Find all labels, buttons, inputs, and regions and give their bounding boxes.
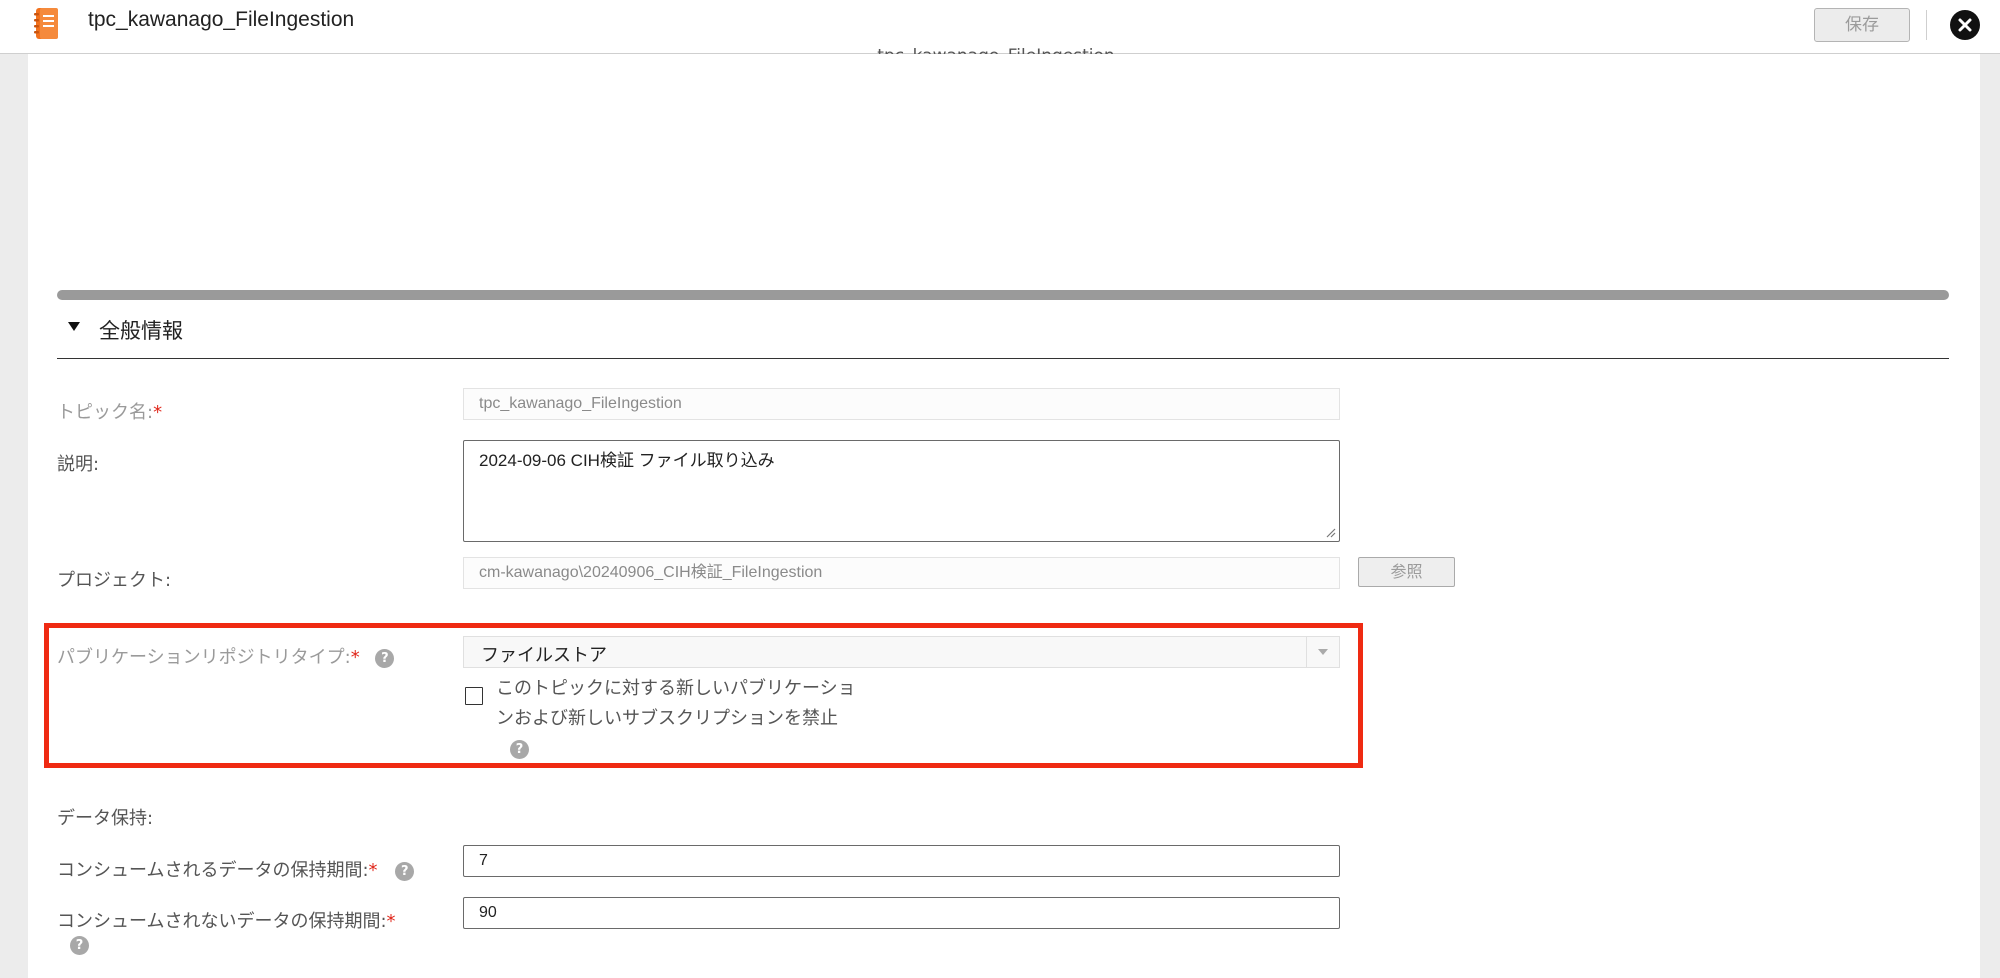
- data-retention-label: データ保持:: [57, 808, 154, 829]
- browse-button[interactable]: 参照: [1358, 557, 1455, 587]
- topic-name-field: tpc_kawanago_FileIngestion: [463, 388, 1340, 420]
- publication-repo-type-label: パブリケーションリポジトリタイプ:* ?: [57, 643, 395, 669]
- section-title: 全般情報: [99, 319, 183, 343]
- required-mark: *: [386, 911, 396, 932]
- consumed-retention-input[interactable]: 7: [463, 845, 1340, 877]
- description-text: 2024-09-06 CIH検証 ファイル取り込み: [479, 451, 775, 470]
- close-button[interactable]: [1950, 10, 1980, 40]
- chevron-down-icon[interactable]: [1306, 637, 1339, 667]
- horizontal-scrollbar[interactable]: [57, 290, 1949, 300]
- resize-grip-icon[interactable]: [1324, 526, 1336, 538]
- select-value: ファイルストア: [481, 645, 607, 666]
- disable-new-checkbox[interactable]: [465, 687, 483, 705]
- save-button[interactable]: 保存: [1814, 8, 1910, 42]
- required-mark: *: [153, 402, 163, 423]
- project-field: cm-kawanago\20240906_CIH検証_FileIngestion: [463, 557, 1340, 589]
- topic-name-label: トピック名:*: [57, 402, 163, 423]
- help-icon[interactable]: ?: [510, 739, 529, 759]
- required-mark: *: [350, 647, 360, 668]
- description-label: 説明:: [57, 454, 100, 475]
- help-icon[interactable]: ?: [375, 648, 395, 668]
- toolbar-divider: [1926, 10, 1927, 40]
- disable-new-label: このトピックに対する新しいパブリケーションおよび新しいサブスクリプションを禁止?: [496, 678, 856, 759]
- unconsumed-retention-label: コンシュームされないデータの保持期間:*: [57, 911, 396, 932]
- close-circle-icon: [1958, 18, 1972, 32]
- description-textarea[interactable]: 2024-09-06 CIH検証 ファイル取り込み: [463, 440, 1340, 542]
- required-mark: *: [368, 860, 378, 881]
- unconsumed-retention-input[interactable]: 90: [463, 897, 1340, 929]
- window-title: tpc_kawanago_FileIngestion: [88, 8, 355, 31]
- orange-notebook-icon: [34, 8, 58, 39]
- publication-repo-type-select[interactable]: ファイルストア: [463, 636, 1340, 668]
- preview-caption: tpc_kawanago_FileIngestion: [0, 42, 1992, 54]
- section-general-info[interactable]: 全般情報: [57, 312, 1949, 359]
- triangle-down-icon[interactable]: [68, 322, 80, 331]
- help-icon[interactable]: ?: [395, 861, 415, 881]
- consumed-retention-label: コンシュームされるデータの保持期間:* ?: [57, 856, 415, 882]
- project-label: プロジェクト:: [57, 570, 172, 591]
- help-icon[interactable]: ?: [70, 936, 89, 955]
